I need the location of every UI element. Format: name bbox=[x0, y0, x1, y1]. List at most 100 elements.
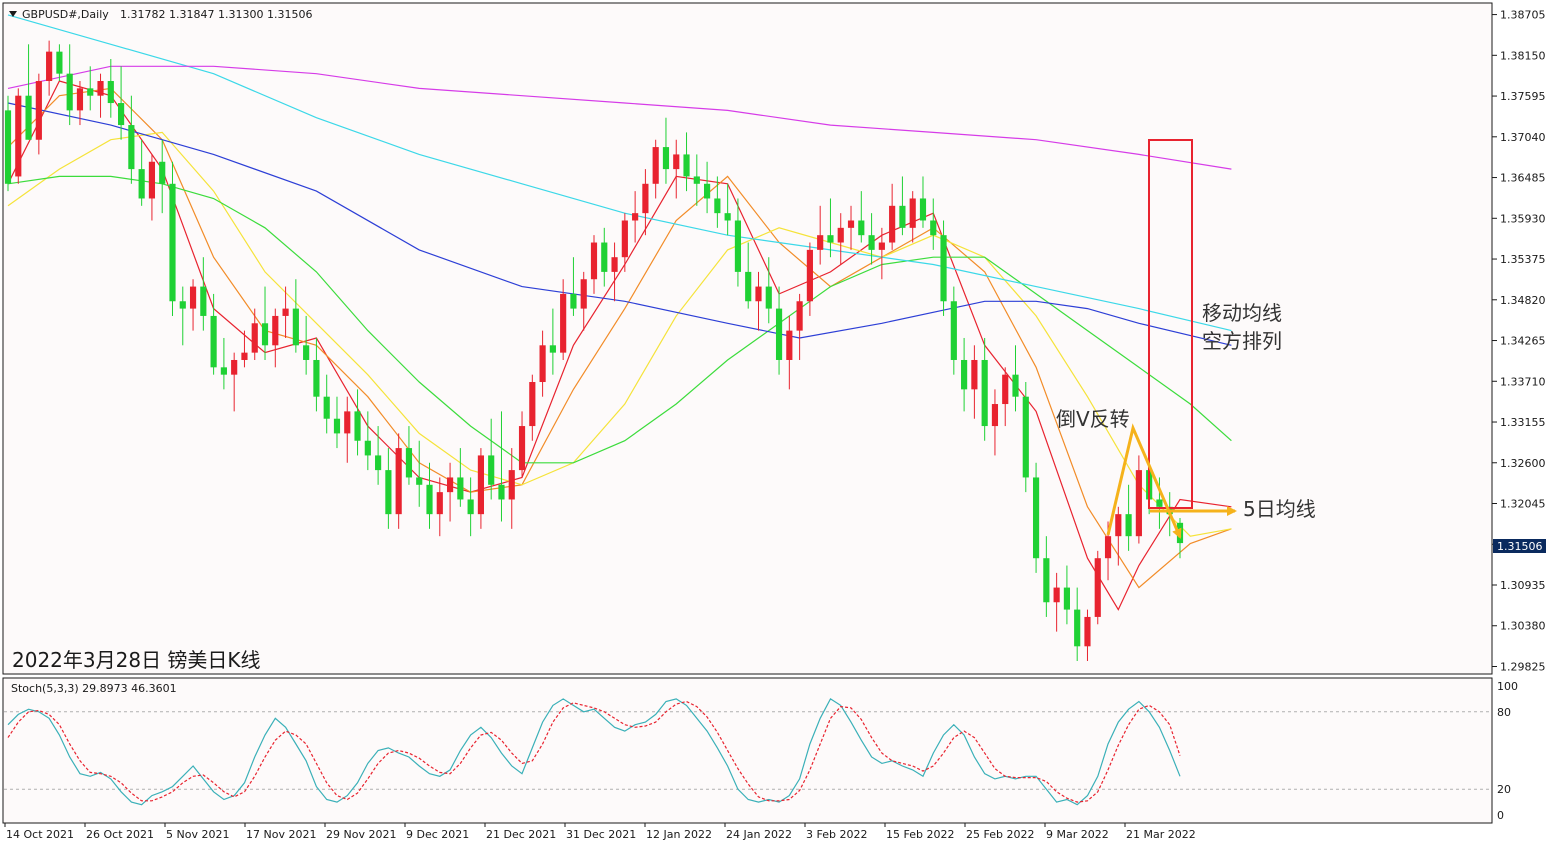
ma5-annotation: 5日均线 bbox=[1243, 497, 1316, 521]
candle-body bbox=[919, 198, 927, 221]
candle-body bbox=[241, 352, 248, 360]
candle-body bbox=[745, 271, 752, 302]
candle-body bbox=[724, 213, 731, 221]
candle-body bbox=[15, 95, 22, 177]
candle-body bbox=[446, 477, 454, 493]
candle-body bbox=[1074, 609, 1081, 647]
candle-body bbox=[1053, 587, 1060, 603]
time-tick-label: 3 Feb 2022 bbox=[806, 828, 867, 841]
candle-body bbox=[1002, 374, 1009, 405]
candle-body bbox=[796, 301, 803, 331]
candle-body bbox=[642, 183, 649, 214]
price-tick-label: 1.37040 bbox=[1500, 131, 1546, 144]
candle-body bbox=[601, 242, 608, 272]
candle-body bbox=[385, 470, 392, 515]
candle-body bbox=[1012, 374, 1019, 397]
candle-body bbox=[1094, 558, 1101, 617]
candle-body bbox=[673, 154, 680, 170]
candle-body bbox=[261, 323, 269, 346]
candle-body bbox=[498, 484, 505, 500]
symbol-header: GBPUSD#,Daily bbox=[22, 8, 109, 21]
candle-body bbox=[1022, 396, 1029, 478]
price-tick-label: 1.33155 bbox=[1500, 416, 1546, 429]
candle-body bbox=[25, 95, 32, 140]
candle-body bbox=[652, 147, 659, 184]
candle-body bbox=[200, 286, 207, 316]
candle-body bbox=[930, 220, 937, 236]
current-price-label: 1.31506 bbox=[1497, 540, 1543, 553]
candle-body bbox=[46, 51, 53, 82]
candle-body bbox=[282, 308, 289, 316]
candle-body bbox=[35, 81, 42, 140]
candle-body bbox=[354, 411, 361, 441]
candle-body bbox=[961, 359, 968, 390]
time-tick-label: 9 Mar 2022 bbox=[1046, 828, 1109, 841]
candle-body bbox=[313, 359, 320, 397]
time-tick-label: 9 Dec 2021 bbox=[406, 828, 469, 841]
candle-body bbox=[889, 205, 896, 243]
candle-body bbox=[1115, 514, 1122, 537]
candle-body bbox=[940, 235, 947, 302]
time-tick-label: 15 Feb 2022 bbox=[886, 828, 954, 841]
candle-body bbox=[364, 440, 371, 456]
candle-body bbox=[991, 404, 999, 427]
time-tick-label: 21 Dec 2021 bbox=[486, 828, 556, 841]
reversal-annotation: 倒V反转 bbox=[1056, 407, 1130, 431]
candle-body bbox=[817, 235, 824, 250]
candle-body bbox=[488, 455, 495, 485]
time-axis: 14 Oct 2021 26 Oct 2021 5 Nov 2021 17 Nov 2… bbox=[4, 823, 1196, 841]
price-tick-label: 1.38150 bbox=[1500, 49, 1546, 62]
price-tick-label: 1.29825 bbox=[1500, 660, 1546, 673]
candle-body bbox=[220, 367, 227, 375]
candle-body bbox=[56, 51, 63, 74]
candle-body bbox=[344, 411, 351, 434]
price-tick-label: 1.32045 bbox=[1500, 498, 1546, 511]
candle-body bbox=[662, 147, 670, 170]
candle-body bbox=[570, 293, 577, 309]
candle-body bbox=[97, 81, 104, 96]
price-tick-label: 1.34265 bbox=[1500, 335, 1546, 348]
candle-body bbox=[580, 279, 587, 309]
price-tick-label: 1.36485 bbox=[1500, 172, 1546, 185]
candle-body bbox=[231, 359, 238, 375]
price-axis: 1.38705 1.38150 1.37595 1.37040 1.36485 1.359… bbox=[1492, 9, 1546, 673]
candle-body bbox=[508, 470, 515, 500]
time-tick-label: 12 Jan 2022 bbox=[646, 828, 712, 841]
candle-body bbox=[909, 198, 916, 228]
time-tick-label: 5 Nov 2021 bbox=[166, 828, 229, 841]
candle-body bbox=[405, 448, 413, 478]
stoch-axis: 100 80 20 0 bbox=[1497, 680, 1518, 822]
candle-body bbox=[847, 220, 855, 228]
price-tick-label: 1.32600 bbox=[1500, 457, 1546, 470]
chart-caption: 2022年3月28日 镑美日K线 bbox=[12, 648, 261, 672]
candle-body bbox=[560, 293, 567, 353]
time-tick-label: 29 Nov 2021 bbox=[326, 828, 396, 841]
price-tick-label: 1.35930 bbox=[1500, 212, 1546, 225]
time-tick-label: 14 Oct 2021 bbox=[6, 828, 74, 841]
candle-body bbox=[611, 257, 618, 272]
candle-body bbox=[272, 315, 279, 346]
candle-body bbox=[457, 477, 464, 500]
candle-body bbox=[1043, 558, 1050, 603]
time-tick-label: 21 Mar 2022 bbox=[1126, 828, 1196, 841]
candle-body bbox=[416, 477, 423, 485]
candle-body bbox=[878, 242, 885, 250]
candle-body bbox=[1104, 536, 1112, 559]
candle-body bbox=[303, 345, 310, 360]
price-tick-label: 1.33710 bbox=[1500, 375, 1546, 388]
candle-body bbox=[755, 286, 762, 302]
candle-body bbox=[590, 242, 598, 280]
candle-body bbox=[539, 345, 546, 383]
candle-body bbox=[333, 418, 341, 434]
price-tick-label: 1.30935 bbox=[1500, 579, 1546, 592]
candle-body bbox=[1032, 477, 1040, 559]
candle-body bbox=[138, 169, 145, 199]
candle-body bbox=[118, 103, 125, 126]
candle-body bbox=[621, 220, 628, 258]
candle-body bbox=[704, 183, 711, 199]
candle-body bbox=[87, 88, 94, 96]
candle-body bbox=[981, 359, 988, 427]
candle-body bbox=[1135, 470, 1142, 537]
gbpusd-daily-chart: 1.38705 1.38150 1.37595 1.37040 1.36485 1.359… bbox=[0, 0, 1553, 851]
candle-body bbox=[323, 396, 330, 419]
